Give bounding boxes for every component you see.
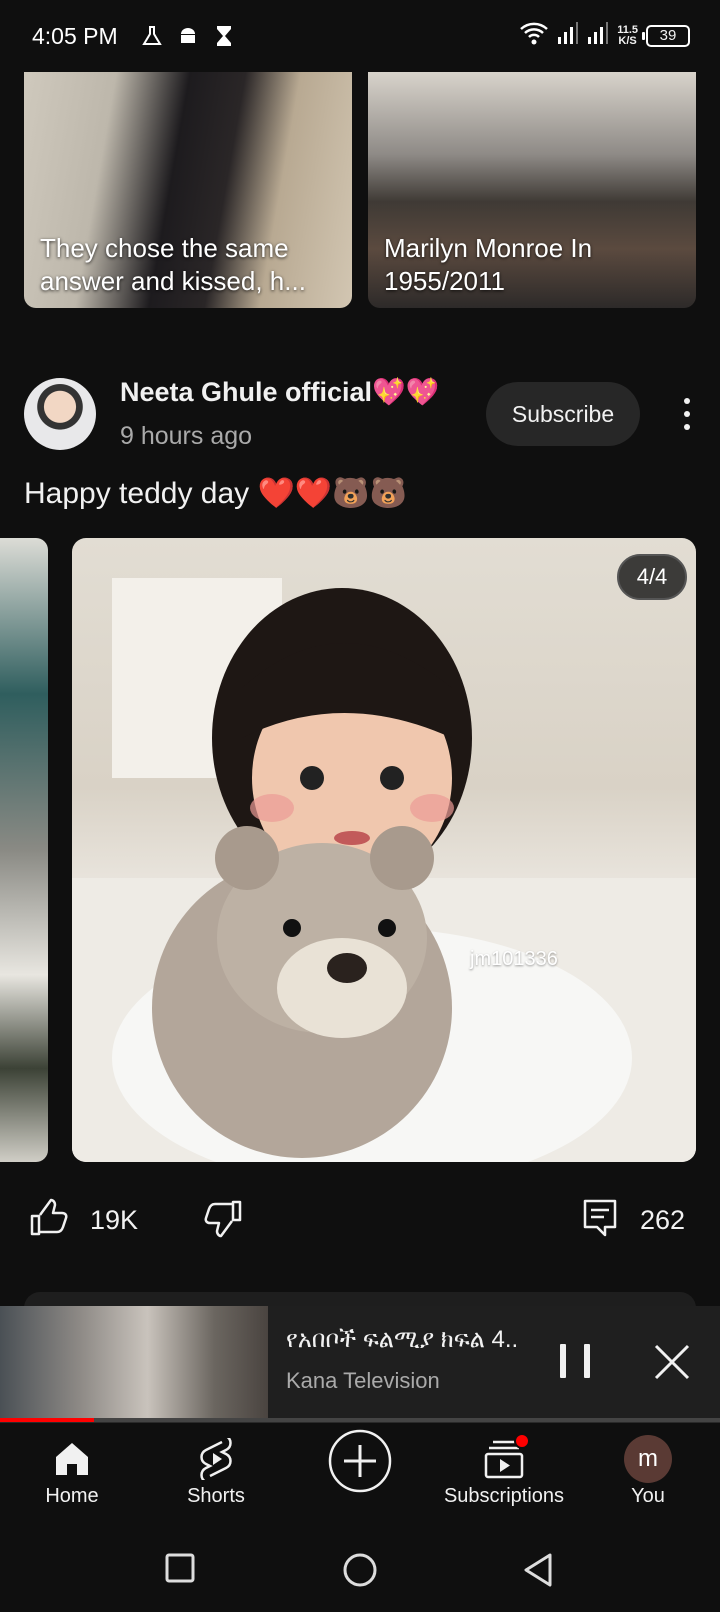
home-button-icon[interactable] — [342, 1552, 378, 1593]
notification-dot — [514, 1433, 530, 1449]
subscribe-button[interactable]: Subscribe — [486, 382, 640, 446]
nav-home-label: Home — [45, 1485, 99, 1507]
channel-name[interactable]: Neeta Ghule official💖💖 — [120, 376, 439, 408]
signal-icon-2 — [587, 21, 609, 50]
image-counter-badge: 4/4 — [617, 554, 687, 600]
post-image-illustration — [72, 578, 696, 1162]
pause-icon[interactable] — [560, 1344, 590, 1378]
home-icon — [53, 1437, 91, 1481]
thumbs-down-icon — [204, 1198, 244, 1243]
comment-icon — [582, 1198, 618, 1243]
nav-shorts[interactable]: Shorts — [144, 1423, 288, 1531]
video-title-1: They chose the same answer and kissed, h… — [40, 233, 306, 296]
video-thumbnail-1[interactable]: They chose the same answer and kissed, h… — [24, 72, 352, 308]
status-time: 4:05 PM — [32, 22, 118, 49]
nav-home[interactable]: Home — [0, 1423, 144, 1531]
nav-you-label: You — [631, 1485, 665, 1507]
close-icon[interactable] — [650, 1340, 694, 1384]
like-button[interactable]: 19K — [28, 1198, 138, 1243]
mini-player-title[interactable]: የአበቦች ፍልሚያ ክፍል 4.. — [286, 1326, 536, 1354]
network-speed-unit: K/S — [618, 34, 637, 47]
video-title-2: Marilyn Monroe In 1955/2011 — [384, 233, 593, 296]
nav-subscriptions[interactable]: Subscriptions — [432, 1423, 576, 1531]
more-options-icon[interactable] — [672, 394, 702, 434]
post-image[interactable] — [72, 538, 696, 1162]
dislike-button[interactable] — [204, 1198, 244, 1243]
android-icon — [174, 22, 202, 50]
back-icon[interactable] — [522, 1552, 554, 1593]
nav-subscriptions-label: Subscriptions — [443, 1485, 565, 1507]
status-bar: 4:05 PM 11.5 K/S 39 — [0, 0, 720, 72]
mini-player-thumbnail[interactable] — [0, 1306, 268, 1418]
nav-create[interactable] — [288, 1423, 432, 1531]
post-text: Happy teddy day ❤️❤️🐻🐻 — [24, 477, 407, 510]
like-count: 19K — [90, 1205, 139, 1235]
nav-you[interactable]: m You — [576, 1423, 720, 1531]
nav-shorts-label: Shorts — [187, 1485, 245, 1507]
channel-avatar[interactable] — [24, 378, 96, 450]
system-navigation-bar — [0, 1530, 720, 1612]
shorts-icon — [198, 1437, 234, 1481]
image-watermark: jm101336 — [470, 948, 558, 970]
signal-icon — [557, 21, 579, 50]
hourglass-icon — [210, 22, 238, 50]
comment-count: 262 — [640, 1205, 686, 1235]
comments-button[interactable]: 262 — [582, 1198, 685, 1243]
wifi-icon — [519, 20, 549, 51]
you-avatar-wrapper: m — [624, 1435, 672, 1483]
flask-icon — [138, 22, 166, 50]
status-right: 11.5 K/S 39 — [519, 20, 690, 51]
thumbs-up-icon — [28, 1198, 68, 1243]
network-speed: 11.5 K/S — [617, 24, 638, 47]
bottom-navigation: Home Shorts Subscriptions m You — [0, 1422, 720, 1530]
video-thumbnail-2[interactable]: Marilyn Monroe In 1955/2011 — [368, 72, 696, 308]
mini-player[interactable]: የአበቦች ፍልሚያ ክፍል 4.. Kana Television — [0, 1306, 720, 1422]
recents-icon[interactable] — [164, 1552, 196, 1589]
avatar: m — [624, 1435, 672, 1483]
post-time: 9 hours ago — [120, 422, 253, 450]
mini-player-channel: Kana Television — [286, 1368, 440, 1393]
previous-image[interactable] — [0, 538, 48, 1162]
battery-indicator: 39 — [642, 24, 690, 47]
create-icon — [328, 1429, 392, 1493]
